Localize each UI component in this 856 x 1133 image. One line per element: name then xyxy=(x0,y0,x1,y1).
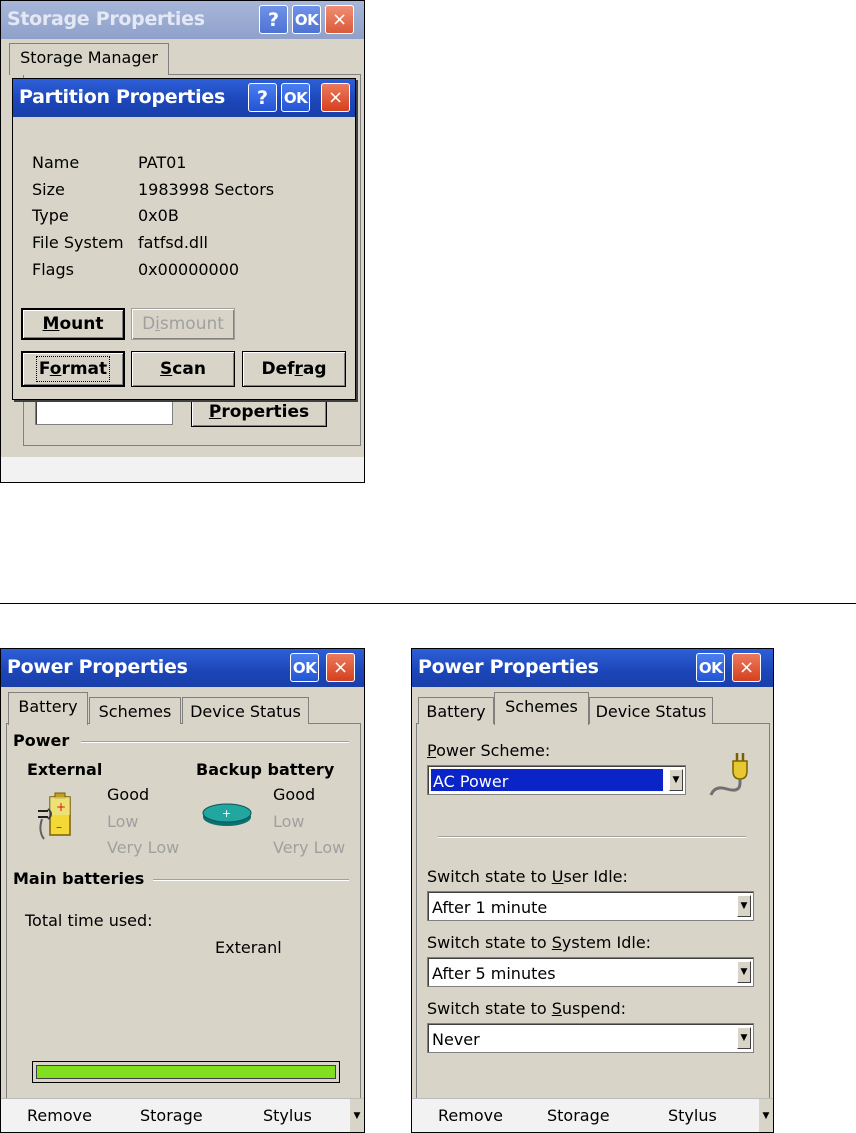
power-schemes-window: Power Properties OK × Battery Schemes De… xyxy=(411,648,774,1133)
battery-ok-button[interactable]: OK xyxy=(290,653,319,682)
battery-window-title: Power Properties xyxy=(7,656,188,678)
storage-help-button[interactable]: ? xyxy=(259,5,288,34)
field-filesystem-value: fatfsd.dll xyxy=(138,233,208,252)
power-scheme-dropdown-icon[interactable]: ▼ xyxy=(669,769,683,791)
backup-low: Low xyxy=(273,812,305,831)
suspend-label: Switch state to Suspend: xyxy=(427,999,627,1018)
storage-bottom-strip xyxy=(1,457,364,482)
field-flags-label: Flags xyxy=(32,260,74,279)
system-idle-dropdown-icon[interactable]: ▼ xyxy=(737,961,751,983)
power-scheme-value: AC Power xyxy=(430,768,664,792)
power-group-line xyxy=(81,741,349,743)
field-name-value: PAT01 xyxy=(138,153,187,172)
user-idle-select[interactable]: After 1 minute ▼ xyxy=(427,891,754,921)
battery-title-bar: Power Properties OK × xyxy=(1,649,364,687)
external-very-low: Very Low xyxy=(107,838,180,857)
schemes-close-button[interactable]: × xyxy=(732,653,761,682)
main-batteries-line xyxy=(153,879,349,881)
partition-help-button[interactable]: ? xyxy=(248,83,277,112)
dismount-button[interactable]: Dismount xyxy=(131,308,235,340)
svg-text:+: + xyxy=(222,807,231,820)
menu-remove[interactable]: Remove xyxy=(27,1106,92,1125)
tab-battery-2[interactable]: Battery xyxy=(418,697,494,724)
suspend-value: Never xyxy=(432,1030,480,1049)
schemes-title-bar: Power Properties OK × xyxy=(412,649,773,687)
external-label: External xyxy=(27,760,103,779)
schemes-window-title: Power Properties xyxy=(418,656,599,678)
partition-close-button[interactable]: × xyxy=(321,83,350,112)
schemes-ok-button[interactable]: OK xyxy=(696,653,725,682)
system-idle-value: After 5 minutes xyxy=(432,964,556,983)
menu-scroll-down-icon-2[interactable]: ▼ xyxy=(759,1099,773,1132)
svg-text:+: + xyxy=(56,800,66,814)
power-plug-icon xyxy=(709,753,748,796)
scan-button[interactable]: Scan xyxy=(131,351,235,387)
main-batteries-label: Main batteries xyxy=(13,869,145,888)
partition-ok-button[interactable]: OK xyxy=(281,83,310,112)
menu-remove-2[interactable]: Remove xyxy=(438,1106,503,1125)
svg-text:–: – xyxy=(56,820,62,834)
field-size-value: 1983998 Sectors xyxy=(138,180,275,199)
power-scheme-select[interactable]: AC Power ▼ xyxy=(427,765,686,795)
power-group-label: Power xyxy=(13,731,70,750)
storage-properties-button-label: Properties xyxy=(208,402,310,422)
battery-close-button[interactable]: × xyxy=(326,653,355,682)
backup-good: Good xyxy=(273,785,316,804)
storage-name-input[interactable] xyxy=(35,399,173,425)
section-divider xyxy=(0,603,856,604)
backup-battery-label: Backup battery xyxy=(196,760,335,779)
format-button[interactable]: Format xyxy=(21,351,125,387)
charge-progress-fill xyxy=(36,1065,336,1079)
suspend-select[interactable]: Never ▼ xyxy=(427,1023,754,1053)
defrag-button[interactable]: Defrag xyxy=(242,351,346,387)
external-good: Good xyxy=(107,785,150,804)
storage-properties-button[interactable]: Properties xyxy=(191,397,327,427)
storage-ok-button[interactable]: OK xyxy=(292,5,321,34)
schemes-separator xyxy=(438,836,746,838)
tab-device-status[interactable]: Device Status xyxy=(182,697,309,724)
field-type-value: 0x0B xyxy=(138,206,179,225)
external-low: Low xyxy=(107,812,139,831)
storage-title-bar: Storage Properties ? OK × xyxy=(1,1,364,39)
tab-battery[interactable]: Battery xyxy=(8,692,88,725)
menu-scroll-down-icon[interactable]: ▼ xyxy=(350,1099,364,1132)
menu-storage-2[interactable]: Storage xyxy=(547,1106,610,1125)
schemes-menu-bar: Remove Storage Stylus ▼ xyxy=(412,1098,773,1132)
tab-storage-manager[interactable]: Storage Manager xyxy=(9,43,169,75)
power-source-value: Exteranl xyxy=(215,938,282,957)
partition-title-bar: Partition Properties ? OK × xyxy=(13,79,355,117)
tab-schemes[interactable]: Schemes xyxy=(89,697,181,724)
user-idle-label: Switch state to User Idle: xyxy=(427,867,628,886)
field-type-label: Type xyxy=(32,206,69,225)
field-name-label: Name xyxy=(32,153,80,172)
battery-menu-bar: Remove Storage Stylus ▼ xyxy=(1,1098,364,1132)
tab-schemes-2[interactable]: Schemes xyxy=(494,692,589,725)
charge-progress-bar xyxy=(32,1061,340,1083)
power-scheme-label: Power Scheme: xyxy=(427,741,551,760)
mount-button[interactable]: Mount xyxy=(21,308,125,340)
battery-plug-icon: + – xyxy=(38,792,71,840)
system-idle-select[interactable]: After 5 minutes ▼ xyxy=(427,957,754,987)
storage-title: Storage Properties xyxy=(7,8,205,30)
coin-battery-icon: + xyxy=(202,803,252,826)
user-idle-dropdown-icon[interactable]: ▼ xyxy=(737,895,751,917)
field-flags-value: 0x00000000 xyxy=(138,260,240,279)
user-idle-value: After 1 minute xyxy=(432,898,548,917)
menu-storage[interactable]: Storage xyxy=(140,1106,203,1125)
field-filesystem-label: File System xyxy=(32,233,124,252)
storage-close-button[interactable]: × xyxy=(325,5,354,34)
menu-stylus-2[interactable]: Stylus xyxy=(668,1106,717,1125)
total-time-label: Total time used: xyxy=(25,911,153,930)
menu-stylus[interactable]: Stylus xyxy=(263,1106,312,1125)
field-size-label: Size xyxy=(32,180,65,199)
backup-very-low: Very Low xyxy=(273,838,346,857)
suspend-dropdown-icon[interactable]: ▼ xyxy=(737,1027,751,1049)
tab-storage-manager-label: Storage Manager xyxy=(20,48,158,67)
power-battery-window: Power Properties OK × Battery Schemes De… xyxy=(0,648,365,1133)
system-idle-label: Switch state to System Idle: xyxy=(427,933,652,952)
partition-properties-dialog: Partition Properties ? OK × Name PAT01 S… xyxy=(12,78,356,400)
partition-title: Partition Properties xyxy=(19,86,225,108)
tab-device-status-2[interactable]: Device Status xyxy=(589,697,713,724)
